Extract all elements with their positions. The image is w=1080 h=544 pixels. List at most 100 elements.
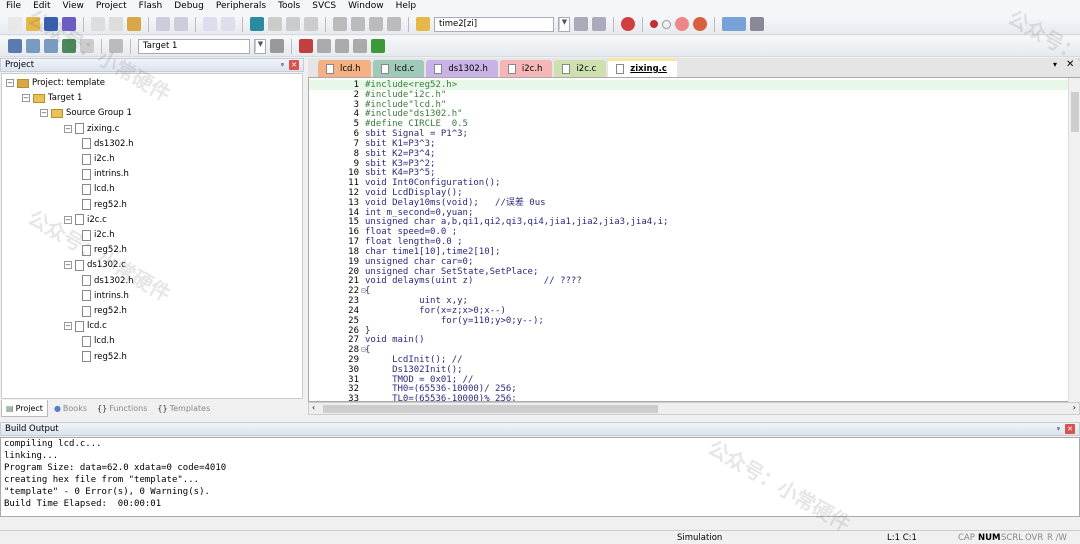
select-packs-icon[interactable]	[335, 39, 349, 53]
find-combo[interactable]: time2[zi]	[434, 16, 554, 32]
collapse-icon[interactable]: −	[22, 94, 30, 103]
back-icon[interactable]	[203, 17, 217, 31]
new-file-icon[interactable]	[8, 17, 22, 31]
menu-debug[interactable]: Debug	[168, 0, 210, 14]
breakpoint-icon[interactable]	[650, 20, 658, 28]
editor-horizontal-scrollbar[interactable]: ‹ ›	[308, 402, 1080, 415]
pin-icon[interactable]: ᵠ	[281, 61, 284, 70]
menu-project[interactable]: Project	[90, 0, 133, 14]
collapse-icon[interactable]: −	[64, 124, 72, 133]
close-editor-icon[interactable]: ✕	[1066, 59, 1074, 70]
next-bookmark-icon[interactable]	[286, 17, 300, 31]
file-extensions-icon[interactable]	[317, 39, 331, 53]
disable-breakpoint-icon[interactable]	[662, 19, 671, 29]
collapse-icon[interactable]: −	[6, 79, 14, 87]
rebuild-icon[interactable]	[44, 39, 58, 53]
incremental-find-icon[interactable]	[592, 17, 606, 31]
editor-tab-i2c-h[interactable]: i2c.h	[499, 60, 553, 77]
save-icon[interactable]	[44, 17, 58, 31]
scroll-left-icon[interactable]: ‹	[312, 403, 315, 412]
menu-view[interactable]: View	[57, 0, 90, 14]
target-combo[interactable]: Target 1	[138, 38, 250, 54]
editor-tab-i2c-c[interactable]: i2c.c	[554, 60, 607, 77]
menu-edit[interactable]: Edit	[27, 0, 56, 14]
run-time-environment-icon[interactable]	[371, 39, 385, 53]
close-icon[interactable]: ✕	[1065, 424, 1075, 434]
collapse-icon[interactable]: −	[64, 322, 72, 331]
menu-peripherals[interactable]: Peripherals	[210, 0, 272, 14]
tree-item-hfile[interactable]: i2c.h	[82, 228, 115, 242]
tab-books[interactable]: ● Books	[50, 400, 91, 417]
tree-item-hfile[interactable]: lcd.h	[82, 334, 115, 348]
build-output[interactable]: compiling lcd.c... linking... Program Size…	[0, 437, 1080, 517]
paste-icon[interactable]	[127, 17, 141, 31]
tree-item-folder[interactable]: − Source Group 1	[40, 106, 132, 120]
tree-item-hfile[interactable]: reg52.h	[82, 243, 127, 257]
scroll-thumb[interactable]	[1071, 92, 1079, 132]
find-dropdown[interactable]: ▼	[558, 16, 570, 32]
tree-item-cfile[interactable]: − lcd.c	[64, 319, 107, 333]
translate-icon[interactable]	[8, 39, 22, 53]
redo-icon[interactable]	[174, 17, 188, 31]
menu-flash[interactable]: Flash	[133, 0, 169, 14]
prev-bookmark-icon[interactable]	[268, 17, 282, 31]
manage-components-icon[interactable]	[299, 39, 313, 53]
tree-item-cfile[interactable]: − zixing.c	[64, 122, 119, 136]
comment-icon[interactable]	[369, 17, 383, 31]
forward-icon[interactable]	[221, 17, 235, 31]
menu-tools[interactable]: Tools	[272, 0, 306, 14]
menu-help[interactable]: Help	[390, 0, 423, 14]
build-icon[interactable]	[26, 39, 40, 53]
tree-item-hfile[interactable]: ds1302.h	[82, 274, 134, 288]
pack-installer-icon[interactable]	[353, 39, 367, 53]
editor-tab-zixing-c[interactable]: zixing.c	[608, 58, 677, 77]
target-dropdown[interactable]: ▼	[254, 38, 266, 54]
unindent-icon[interactable]	[351, 17, 365, 31]
stop-build-icon[interactable]	[80, 39, 94, 53]
tree-item-hfile[interactable]: reg52.h	[82, 198, 127, 212]
save-all-icon[interactable]	[62, 17, 76, 31]
tree-item-hfile[interactable]: intrins.h	[82, 289, 129, 303]
tab-list-icon[interactable]: ▾	[1053, 60, 1057, 69]
uncomment-icon[interactable]	[387, 17, 401, 31]
target-options-icon[interactable]	[270, 39, 284, 53]
code-editor[interactable]: 1 #include<reg52.h> 2 #include"i2c.h" 3 #incl…	[308, 77, 1080, 402]
download-icon[interactable]	[62, 39, 76, 53]
editor-vertical-scrollbar[interactable]	[1068, 78, 1080, 402]
close-icon[interactable]: ✕	[289, 60, 299, 70]
tree-item-hfile[interactable]: lcd.h	[82, 182, 115, 196]
window-layout-icon[interactable]	[722, 17, 746, 31]
debug-icon[interactable]	[621, 17, 635, 31]
tree-item-hfile[interactable]: intrins.h	[82, 167, 129, 181]
find-icon[interactable]	[574, 17, 588, 31]
collapse-icon[interactable]: −	[40, 109, 48, 118]
tab-templates[interactable]: {} Templates	[153, 400, 214, 417]
editor-tab-ds1302-h[interactable]: ds1302.h	[426, 60, 498, 77]
tree-item-hfile[interactable]: reg52.h	[82, 350, 127, 364]
collapse-icon[interactable]: −	[64, 215, 72, 224]
menu-svcs[interactable]: SVCS	[306, 0, 342, 14]
menu-window[interactable]: Window	[342, 0, 390, 14]
clear-bookmarks-icon[interactable]	[304, 17, 318, 31]
tree-item-hfile[interactable]: reg52.h	[82, 304, 127, 318]
tree-item-target[interactable]: − Target 1	[22, 91, 82, 105]
editor-tab-lcd-c[interactable]: lcd.c	[372, 60, 425, 77]
tab-functions[interactable]: {} Functions	[93, 400, 151, 417]
scroll-thumb[interactable]	[323, 405, 658, 413]
batch-build-icon[interactable]	[109, 39, 123, 53]
clear-breakpoints-icon[interactable]	[675, 17, 689, 31]
tree-item-cfile[interactable]: − i2c.c	[64, 213, 107, 227]
open-icon[interactable]	[26, 17, 40, 31]
menu-file[interactable]: File	[0, 0, 27, 14]
scroll-right-icon[interactable]: ›	[1073, 403, 1076, 412]
collapse-icon[interactable]: −	[64, 261, 72, 270]
tree-item-project[interactable]: − Project: template	[6, 76, 105, 90]
copy-icon[interactable]	[109, 17, 123, 31]
kill-breakpoints-icon[interactable]	[693, 17, 707, 31]
indent-icon[interactable]	[333, 17, 347, 31]
configure-icon[interactable]	[750, 17, 764, 31]
tree-item-cfile[interactable]: − ds1302.c	[64, 258, 126, 272]
undo-icon[interactable]	[156, 17, 170, 31]
tab-project[interactable]: ▤ Project	[1, 400, 48, 417]
cut-icon[interactable]	[91, 17, 105, 31]
